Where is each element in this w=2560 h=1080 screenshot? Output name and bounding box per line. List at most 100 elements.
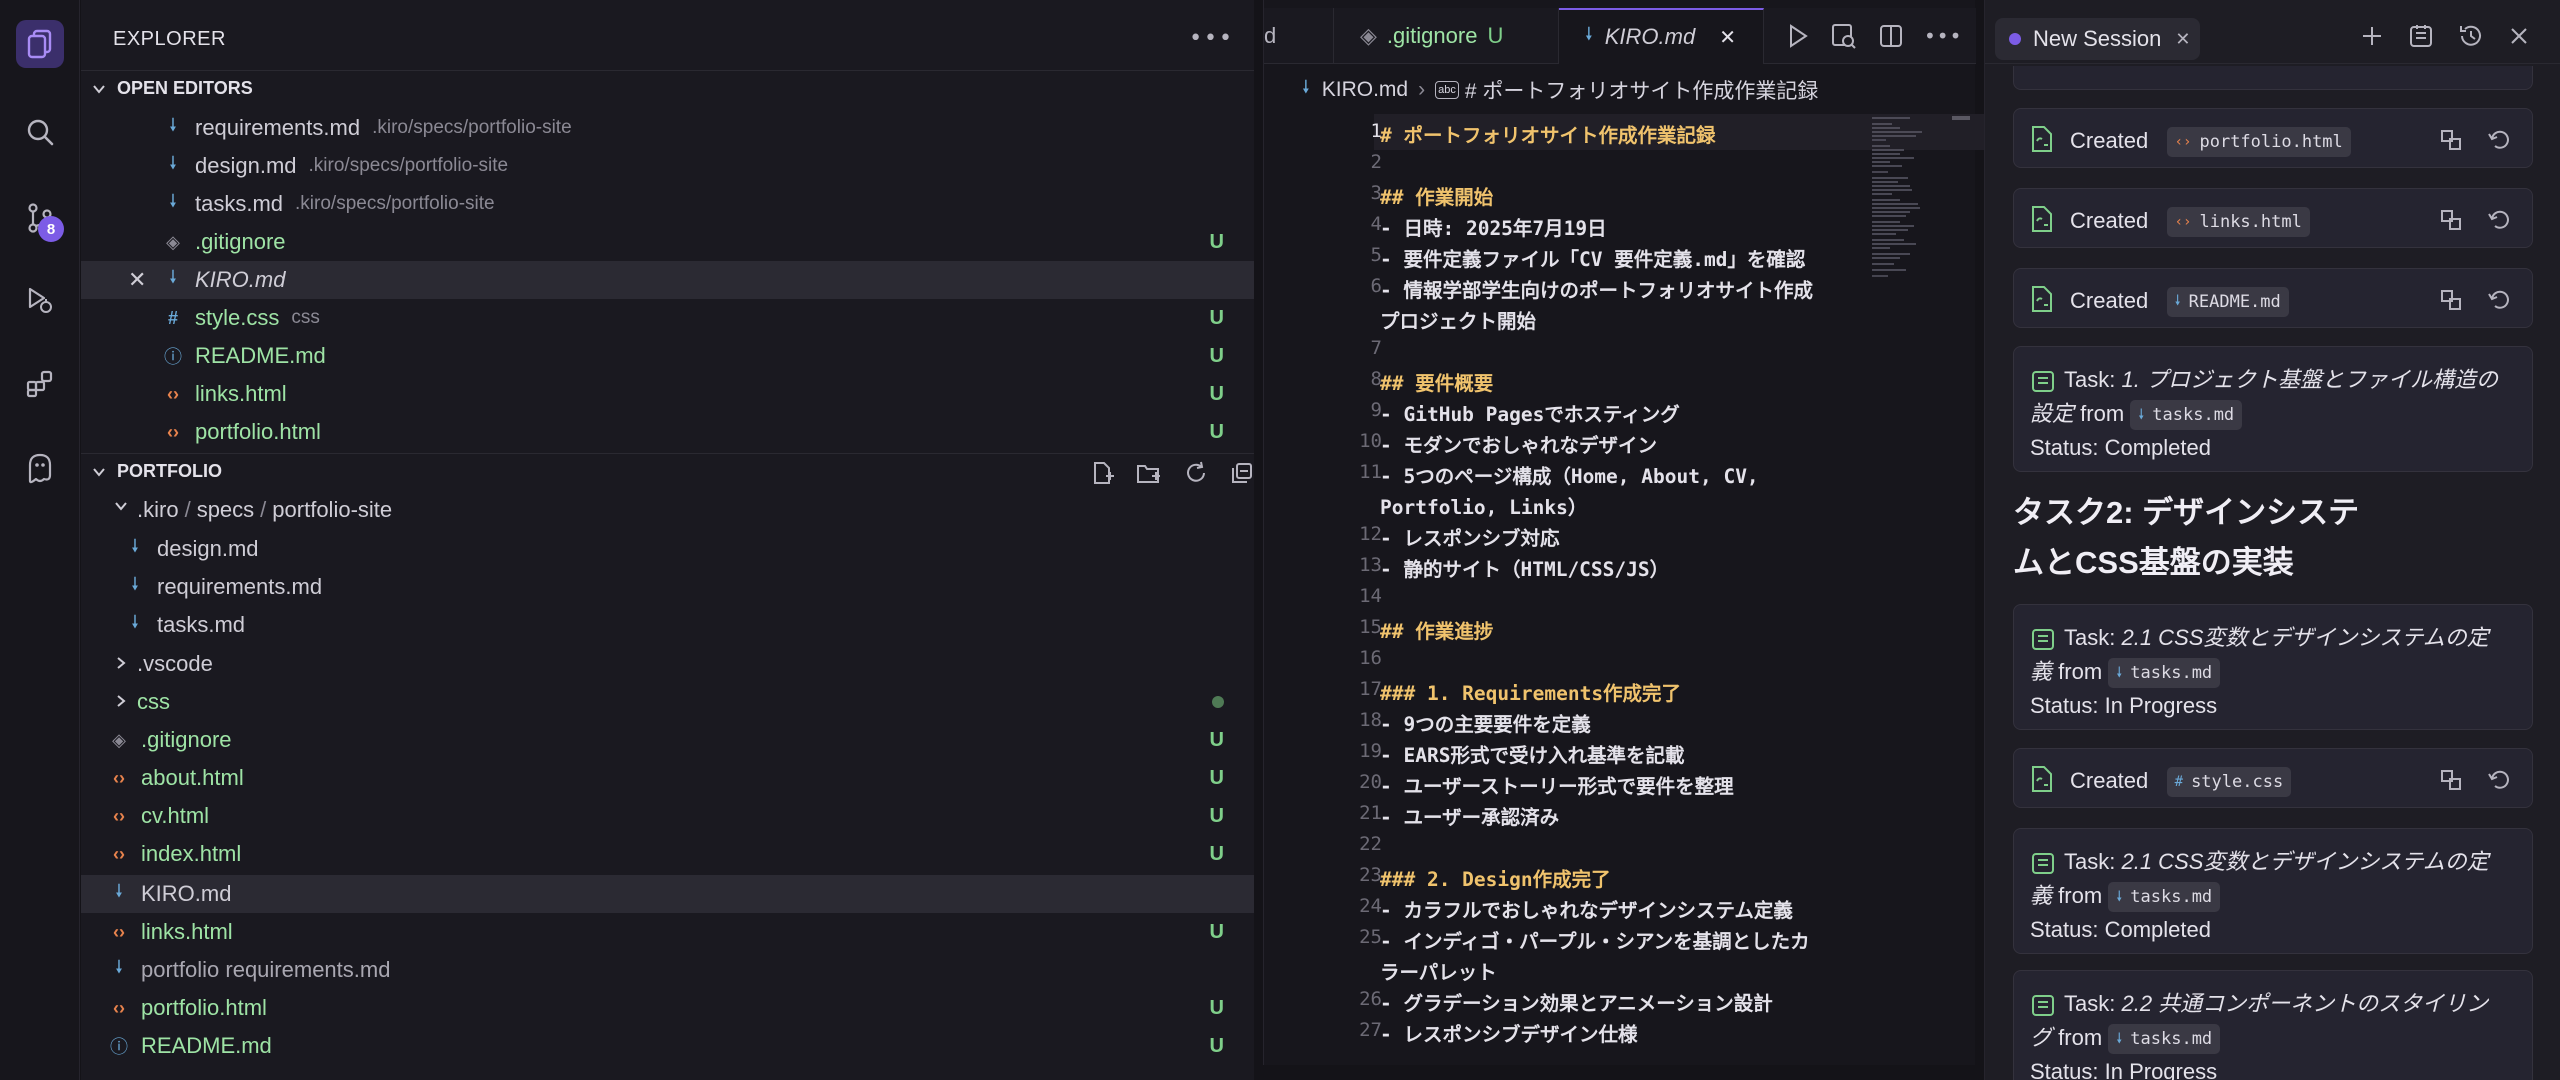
close-icon[interactable]: ✕ [128,267,146,293]
open-editor-item[interactable]: 🠗 requirements.md .kiro/specs/portfolio-… [81,109,1254,147]
task-card[interactable]: Task: 2.2 共通コンポーネントのスタイリング from 🠗 tasks.m… [2013,970,2533,1080]
open-editor-item[interactable]: # style.css css U [81,299,1254,337]
tree-file[interactable]: ‹› index.html U [81,835,1254,873]
file-chip[interactable]: # style.css [2166,767,2292,797]
created-card[interactable]: Created ‹› portfolio.html [2013,108,2533,168]
file-chip[interactable]: ‹› portfolio.html [2166,127,2351,157]
created-card[interactable]: Created # style.css [2013,748,2533,808]
open-editor-item[interactable]: ‹› links.html U [81,375,1254,413]
run-icon[interactable] [1786,23,1810,49]
revert-icon[interactable] [2486,207,2512,233]
created-card[interactable]: Created 🠗 README.md [2013,268,2533,328]
open-editor-item[interactable]: ◈ .gitignore U [81,223,1254,261]
tree-file[interactable]: 🠗 tasks.md [81,606,1254,644]
file-chip[interactable]: 🠗 README.md [2166,287,2289,317]
diff-icon[interactable] [2438,287,2464,313]
tree-file[interactable]: 🠗 design.md [81,530,1254,568]
diff-icon[interactable] [2438,767,2464,793]
history-icon[interactable] [2457,22,2485,50]
new-file-icon[interactable] [1089,460,1115,486]
line-number: 6 [1370,275,1382,297]
file-chip[interactable]: 🠗 tasks.md [2108,1024,2221,1055]
tab-gitignore[interactable]: ◈ .gitignore U [1334,8,1559,64]
open-editor-item[interactable]: ⓘ README.md U [81,337,1254,375]
task-card[interactable]: Task: 2.1 CSS変数とデザインシステムの定義 from 🠗 tasks.… [2013,604,2533,730]
scrollbar[interactable] [1952,116,1970,120]
created-card[interactable]: Created ‹› links.html [2013,188,2533,248]
html-icon: ‹› [167,383,179,404]
tab-new-session[interactable]: New Session ✕ [1995,18,2200,60]
markdown-icon: 🠗 [169,153,177,173]
file-created-icon [2026,203,2058,235]
revert-icon[interactable] [2486,767,2512,793]
diff-icon[interactable] [2438,207,2464,233]
code-text: ## 作業開始 [1380,186,1494,209]
search-icon[interactable] [16,108,64,156]
tree-file[interactable]: 🠗 portfolio requirements.md [81,951,1254,989]
new-folder-icon[interactable] [1135,460,1163,486]
revert-icon[interactable] [2486,127,2512,153]
tree-file[interactable]: ⓘ README.md U [81,1027,1254,1065]
revert-icon[interactable] [2486,287,2512,313]
code-text: # ポートフォリオサイト作成作業記録 [1380,124,1716,147]
code-line: 26 - グラデーション効果とアニメーション設計 [1264,983,1864,1015]
file-chip[interactable]: ‹› links.html [2166,207,2310,237]
close-icon[interactable]: ✕ [2175,29,2190,50]
close-panel-icon[interactable] [2507,24,2531,48]
folder-vscode[interactable]: .vscode [81,645,1254,683]
task-card[interactable]: Task: 1. プロジェクト基盤とファイル構造の設定 from 🠗 tasks.… [2013,346,2533,472]
open-editor-item-active[interactable]: ✕ 🠗 KIRO.md [81,261,1254,299]
tree-file[interactable]: ‹› about.html U [81,759,1254,797]
task-card[interactable]: Task: 2.1 CSS変数とデザインシステムの定義 from 🠗 tasks.… [2013,828,2533,954]
tree-file[interactable]: 🠗 requirements.md [81,568,1254,606]
tree-file[interactable]: ◈ .gitignore U [81,721,1254,759]
chat-actions [2359,22,2531,50]
open-editor-item[interactable]: 🠗 tasks.md .kiro/specs/portfolio-site [81,185,1254,223]
preview-icon[interactable] [1830,22,1858,50]
folder-name: .vscode [137,651,213,676]
portfolio-title: PORTFOLIO [117,461,222,481]
more-actions-icon[interactable]: ••• [1924,24,1962,48]
plus-icon[interactable] [2359,23,2385,49]
open-editors-title: OPEN EDITORS [117,78,253,98]
diff-icon[interactable] [2438,127,2464,153]
more-actions-icon[interactable]: ••• [1189,26,1234,51]
breadcrumb-file[interactable]: KIRO.md [1322,78,1408,102]
file-chip[interactable]: 🠗 tasks.md [2108,882,2221,913]
extensions-icon[interactable] [16,360,64,408]
open-editor-item[interactable]: 🠗 design.md .kiro/specs/portfolio-site [81,147,1254,185]
chat-tab-bar: New Session ✕ [1985,8,2560,64]
line-number: 11 [1359,461,1382,483]
git-icon: ◈ [112,729,126,750]
modified-dot [1212,696,1224,708]
file-chip[interactable]: 🠗 tasks.md [2108,658,2221,689]
refresh-icon[interactable] [1183,460,1209,486]
breadcrumb-symbol[interactable]: # ポートフォリオサイト作成作業記録 [1465,75,1819,105]
explorer-icon[interactable] [16,20,64,68]
open-editor-item[interactable]: ‹› portfolio.html U [81,413,1254,451]
minimap[interactable] [1870,114,1952,314]
code-text: ### 2. Design作成完了 [1380,868,1611,891]
tree-file[interactable]: ‹› links.html U [81,913,1254,951]
close-icon[interactable]: ✕ [1719,25,1736,50]
folder-css[interactable]: css [81,683,1254,721]
tab-kiro-md[interactable]: 🠗 KIRO.md ✕ [1559,8,1764,64]
split-editor-icon[interactable] [1878,23,1904,49]
kiro-ghost-icon[interactable] [16,444,64,492]
from-label: from [2058,1025,2103,1050]
folder-kiro-specs[interactable]: .kiro / specs / portfolio-site [81,491,1254,529]
task-icon [2030,368,2056,394]
tree-file[interactable]: ‹› portfolio.html U [81,989,1254,1027]
tab-truncated[interactable]: d [1264,8,1334,64]
tree-file[interactable]: ‹› cv.html U [81,797,1254,835]
code-line: 1 # ポートフォリオサイト作成作業記録 [1264,115,1864,147]
tree-file-selected[interactable]: 🠗 KIRO.md [81,875,1254,913]
file-path: .kiro/specs/portfolio-site [308,155,509,176]
debug-icon[interactable] [16,276,64,324]
collapse-all-icon[interactable] [1229,460,1255,486]
portfolio-header[interactable]: PORTFOLIO [81,453,1254,489]
file-chip[interactable]: 🠗 tasks.md [2130,400,2243,431]
chip-file-name: portfolio.html [2199,132,2343,152]
open-editors-header[interactable]: OPEN EDITORS [81,70,1254,106]
task-list-icon[interactable] [2407,22,2435,50]
